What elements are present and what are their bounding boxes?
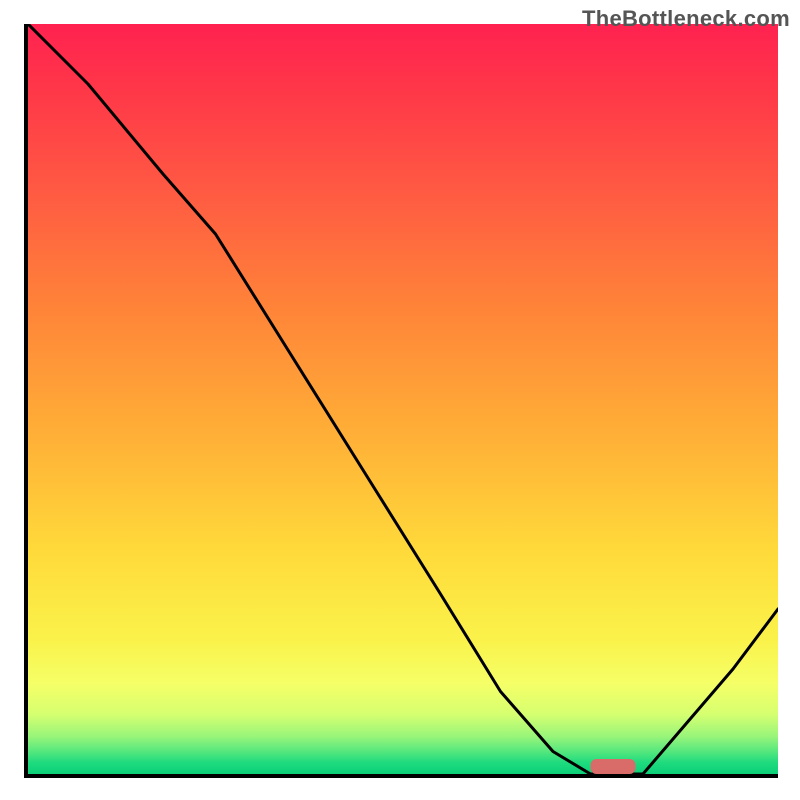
bottleneck-chart: TheBottleneck.com bbox=[0, 0, 800, 800]
plot-area bbox=[24, 24, 778, 778]
watermark-text: TheBottleneck.com bbox=[582, 6, 790, 32]
bottleneck-curve-path bbox=[28, 24, 778, 774]
optimum-marker bbox=[591, 759, 636, 774]
curve-svg bbox=[28, 24, 778, 774]
